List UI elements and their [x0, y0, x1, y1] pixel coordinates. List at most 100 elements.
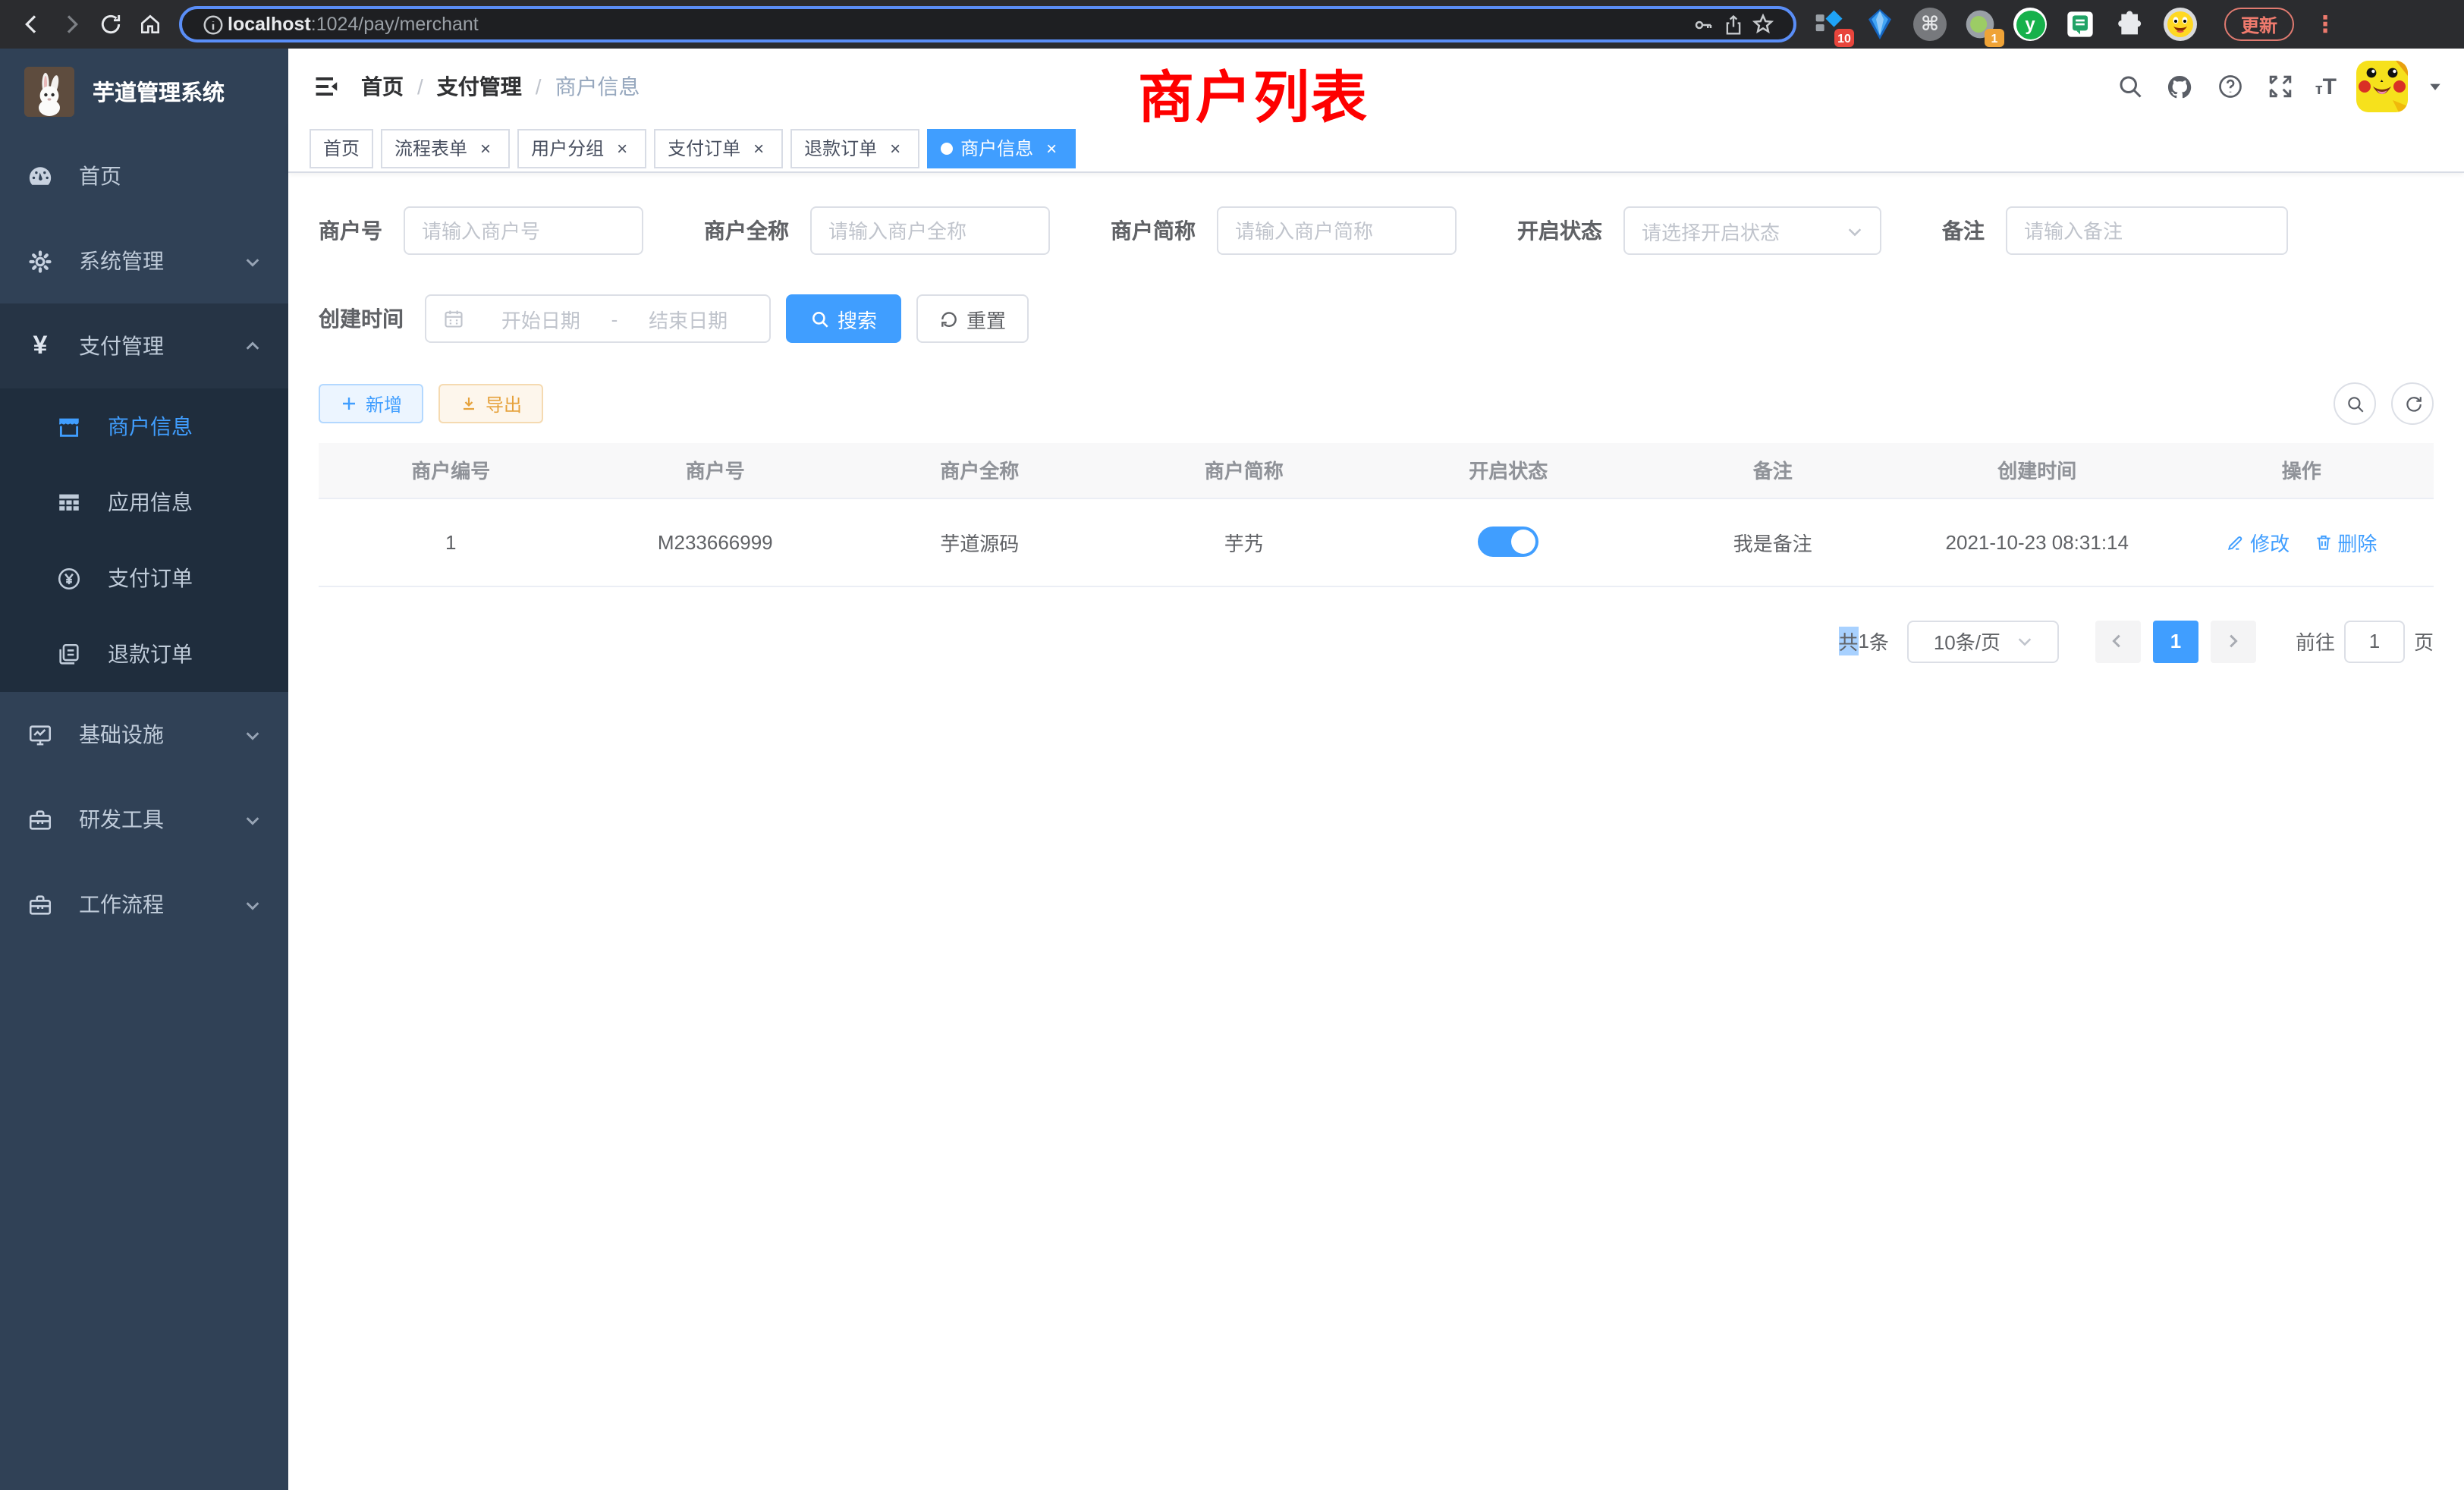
- page-number-1[interactable]: 1: [2153, 620, 2198, 662]
- sidebar-item-app-info[interactable]: 应用信息: [0, 464, 288, 540]
- sidebar-item-workflow[interactable]: 工作流程: [0, 862, 288, 947]
- user-avatar[interactable]: [2356, 61, 2408, 112]
- font-size-icon[interactable]: тT: [2315, 75, 2337, 98]
- field-label: 商户简称: [1111, 215, 1196, 246]
- browser-forward-icon[interactable]: [52, 5, 91, 44]
- edit-link[interactable]: 修改: [2226, 527, 2290, 556]
- fullscreen-icon[interactable]: [2265, 71, 2296, 102]
- table-row: 1 M233666999 芋道源码 芋艿 我是备注 2021-10-23 08:…: [319, 498, 2434, 586]
- sidebar-item-system[interactable]: 系统管理: [0, 218, 288, 303]
- extension-notes-icon[interactable]: [2062, 6, 2098, 42]
- sidebar-item-refund-order[interactable]: 退款订单: [0, 616, 288, 692]
- profile-emoji-icon[interactable]: [2162, 6, 2198, 42]
- active-dot: [941, 142, 953, 154]
- sidebar-item-label: 应用信息: [108, 487, 193, 517]
- breadcrumb: 首页 / 支付管理 / 商户信息: [361, 71, 640, 102]
- full-name-input[interactable]: [828, 219, 1032, 242]
- start-date-placeholder: 开始日期: [476, 304, 605, 333]
- extensions-puzzle-icon[interactable]: [2112, 6, 2148, 42]
- close-icon[interactable]: ×: [748, 137, 769, 159]
- caret-down-icon[interactable]: [2428, 79, 2443, 94]
- sidebar-item-label: 退款订单: [108, 639, 193, 669]
- cell-short-name: 芋艿: [1112, 498, 1377, 586]
- merchant-no-input[interactable]: [422, 219, 625, 242]
- status-toggle[interactable]: [1478, 527, 1538, 557]
- date-separator: -: [605, 307, 624, 330]
- col-actions: 操作: [2170, 443, 2434, 498]
- extension-y-icon[interactable]: y: [2012, 6, 2048, 42]
- cell-status: [1376, 498, 1641, 586]
- sidebar-item-payment[interactable]: ¥ 支付管理: [0, 303, 288, 388]
- search-button[interactable]: 搜索: [786, 294, 901, 343]
- browser-reload-icon[interactable]: [91, 5, 130, 44]
- close-icon[interactable]: ×: [475, 137, 496, 159]
- share-icon[interactable]: [1718, 9, 1748, 39]
- status-select[interactable]: 请选择开启状态: [1623, 206, 1881, 255]
- filter-short-name: 商户简称: [1111, 206, 1457, 255]
- tag-merchant-info[interactable]: 商户信息×: [927, 128, 1076, 168]
- browser-toolbar: localhost:1024/pay/merchant 10: [0, 0, 2464, 49]
- prev-page-button[interactable]: [2095, 620, 2141, 662]
- filter-full-name: 商户全称: [704, 206, 1050, 255]
- extension-status-icon[interactable]: 1: [1962, 6, 1998, 42]
- cell-full-name: 芋道源码: [847, 498, 1112, 586]
- sidebar: 芋道管理系统 首页 系统管理 ¥ 支付管理: [0, 49, 288, 1490]
- tag-pay-order[interactable]: 支付订单×: [654, 128, 783, 168]
- sidebar-item-pay-order[interactable]: 支付订单: [0, 540, 288, 616]
- sidebar-item-infrastructure[interactable]: 基础设施: [0, 692, 288, 777]
- page-size-select[interactable]: 10条/页: [1907, 620, 2059, 662]
- short-name-input[interactable]: [1235, 219, 1438, 242]
- goto-page-input[interactable]: [2344, 620, 2405, 662]
- tag-refund-order[interactable]: 退款订单×: [790, 128, 919, 168]
- filter-status: 开启状态 请选择开启状态: [1517, 206, 1881, 255]
- sidebar-logo[interactable]: 芋道管理系统: [0, 49, 288, 134]
- cell-merchant-id: 1: [319, 498, 583, 586]
- filter-remark: 备注: [1942, 206, 2288, 255]
- extension-blocker-icon[interactable]: 10: [1812, 6, 1848, 42]
- delete-link[interactable]: 删除: [2313, 527, 2377, 556]
- breadcrumb-payment[interactable]: 支付管理: [437, 71, 522, 102]
- browser-back-icon[interactable]: [12, 5, 52, 44]
- close-icon[interactable]: ×: [611, 137, 633, 159]
- browser-home-icon[interactable]: [130, 5, 170, 44]
- bookmark-star-icon[interactable]: [1748, 9, 1778, 39]
- extension-gem-icon[interactable]: [1862, 6, 1898, 42]
- search-icon[interactable]: [2115, 71, 2145, 102]
- hamburger-icon[interactable]: [306, 67, 346, 106]
- next-page-button[interactable]: [2211, 620, 2256, 662]
- reset-button[interactable]: 重置: [916, 294, 1029, 343]
- extension-command-icon[interactable]: ⌘: [1912, 6, 1948, 42]
- sidebar-item-home[interactable]: 首页: [0, 134, 288, 218]
- sidebar-item-label: 系统管理: [79, 246, 244, 276]
- sidebar-item-dev-tools[interactable]: 研发工具: [0, 777, 288, 862]
- page-info-icon[interactable]: [197, 9, 228, 39]
- browser-update-button[interactable]: 更新: [2224, 8, 2294, 41]
- chevron-down-icon: [2016, 633, 2032, 649]
- remark-input[interactable]: [2024, 219, 2270, 242]
- url-host: localhost: [228, 14, 311, 35]
- breadcrumb-home[interactable]: 首页: [361, 71, 404, 102]
- add-button[interactable]: 新增: [319, 384, 423, 423]
- export-button[interactable]: 导出: [438, 384, 543, 423]
- browser-menu-icon[interactable]: ⋮: [2314, 11, 2337, 38]
- toggle-search-button[interactable]: [2334, 382, 2376, 425]
- col-short-name: 商户简称: [1112, 443, 1377, 498]
- url-bar[interactable]: localhost:1024/pay/merchant: [179, 6, 1796, 42]
- date-range-picker[interactable]: 开始日期 - 结束日期: [425, 294, 771, 343]
- tag-process-form[interactable]: 流程表单×: [381, 128, 510, 168]
- tag-home[interactable]: 首页: [310, 128, 373, 168]
- chevron-down-icon: [244, 896, 261, 913]
- filter-row-1: 商户号 商户全称 商户简称 开启状态 请选择开启状态: [319, 206, 2434, 255]
- github-icon[interactable]: [2165, 71, 2195, 102]
- tag-user-group[interactable]: 用户分组×: [517, 128, 646, 168]
- sidebar-item-label: 支付订单: [108, 563, 193, 593]
- filter-merchant-no: 商户号: [319, 206, 643, 255]
- app-title: 芋道管理系统: [93, 75, 225, 107]
- close-icon[interactable]: ×: [1041, 137, 1062, 159]
- close-icon[interactable]: ×: [885, 137, 906, 159]
- table-toolbar: 新增 导出: [319, 382, 2434, 425]
- help-icon[interactable]: [2215, 71, 2246, 102]
- refresh-button[interactable]: [2391, 382, 2434, 425]
- sidebar-item-merchant-info[interactable]: 商户信息: [0, 388, 288, 464]
- password-key-icon[interactable]: [1687, 9, 1718, 39]
